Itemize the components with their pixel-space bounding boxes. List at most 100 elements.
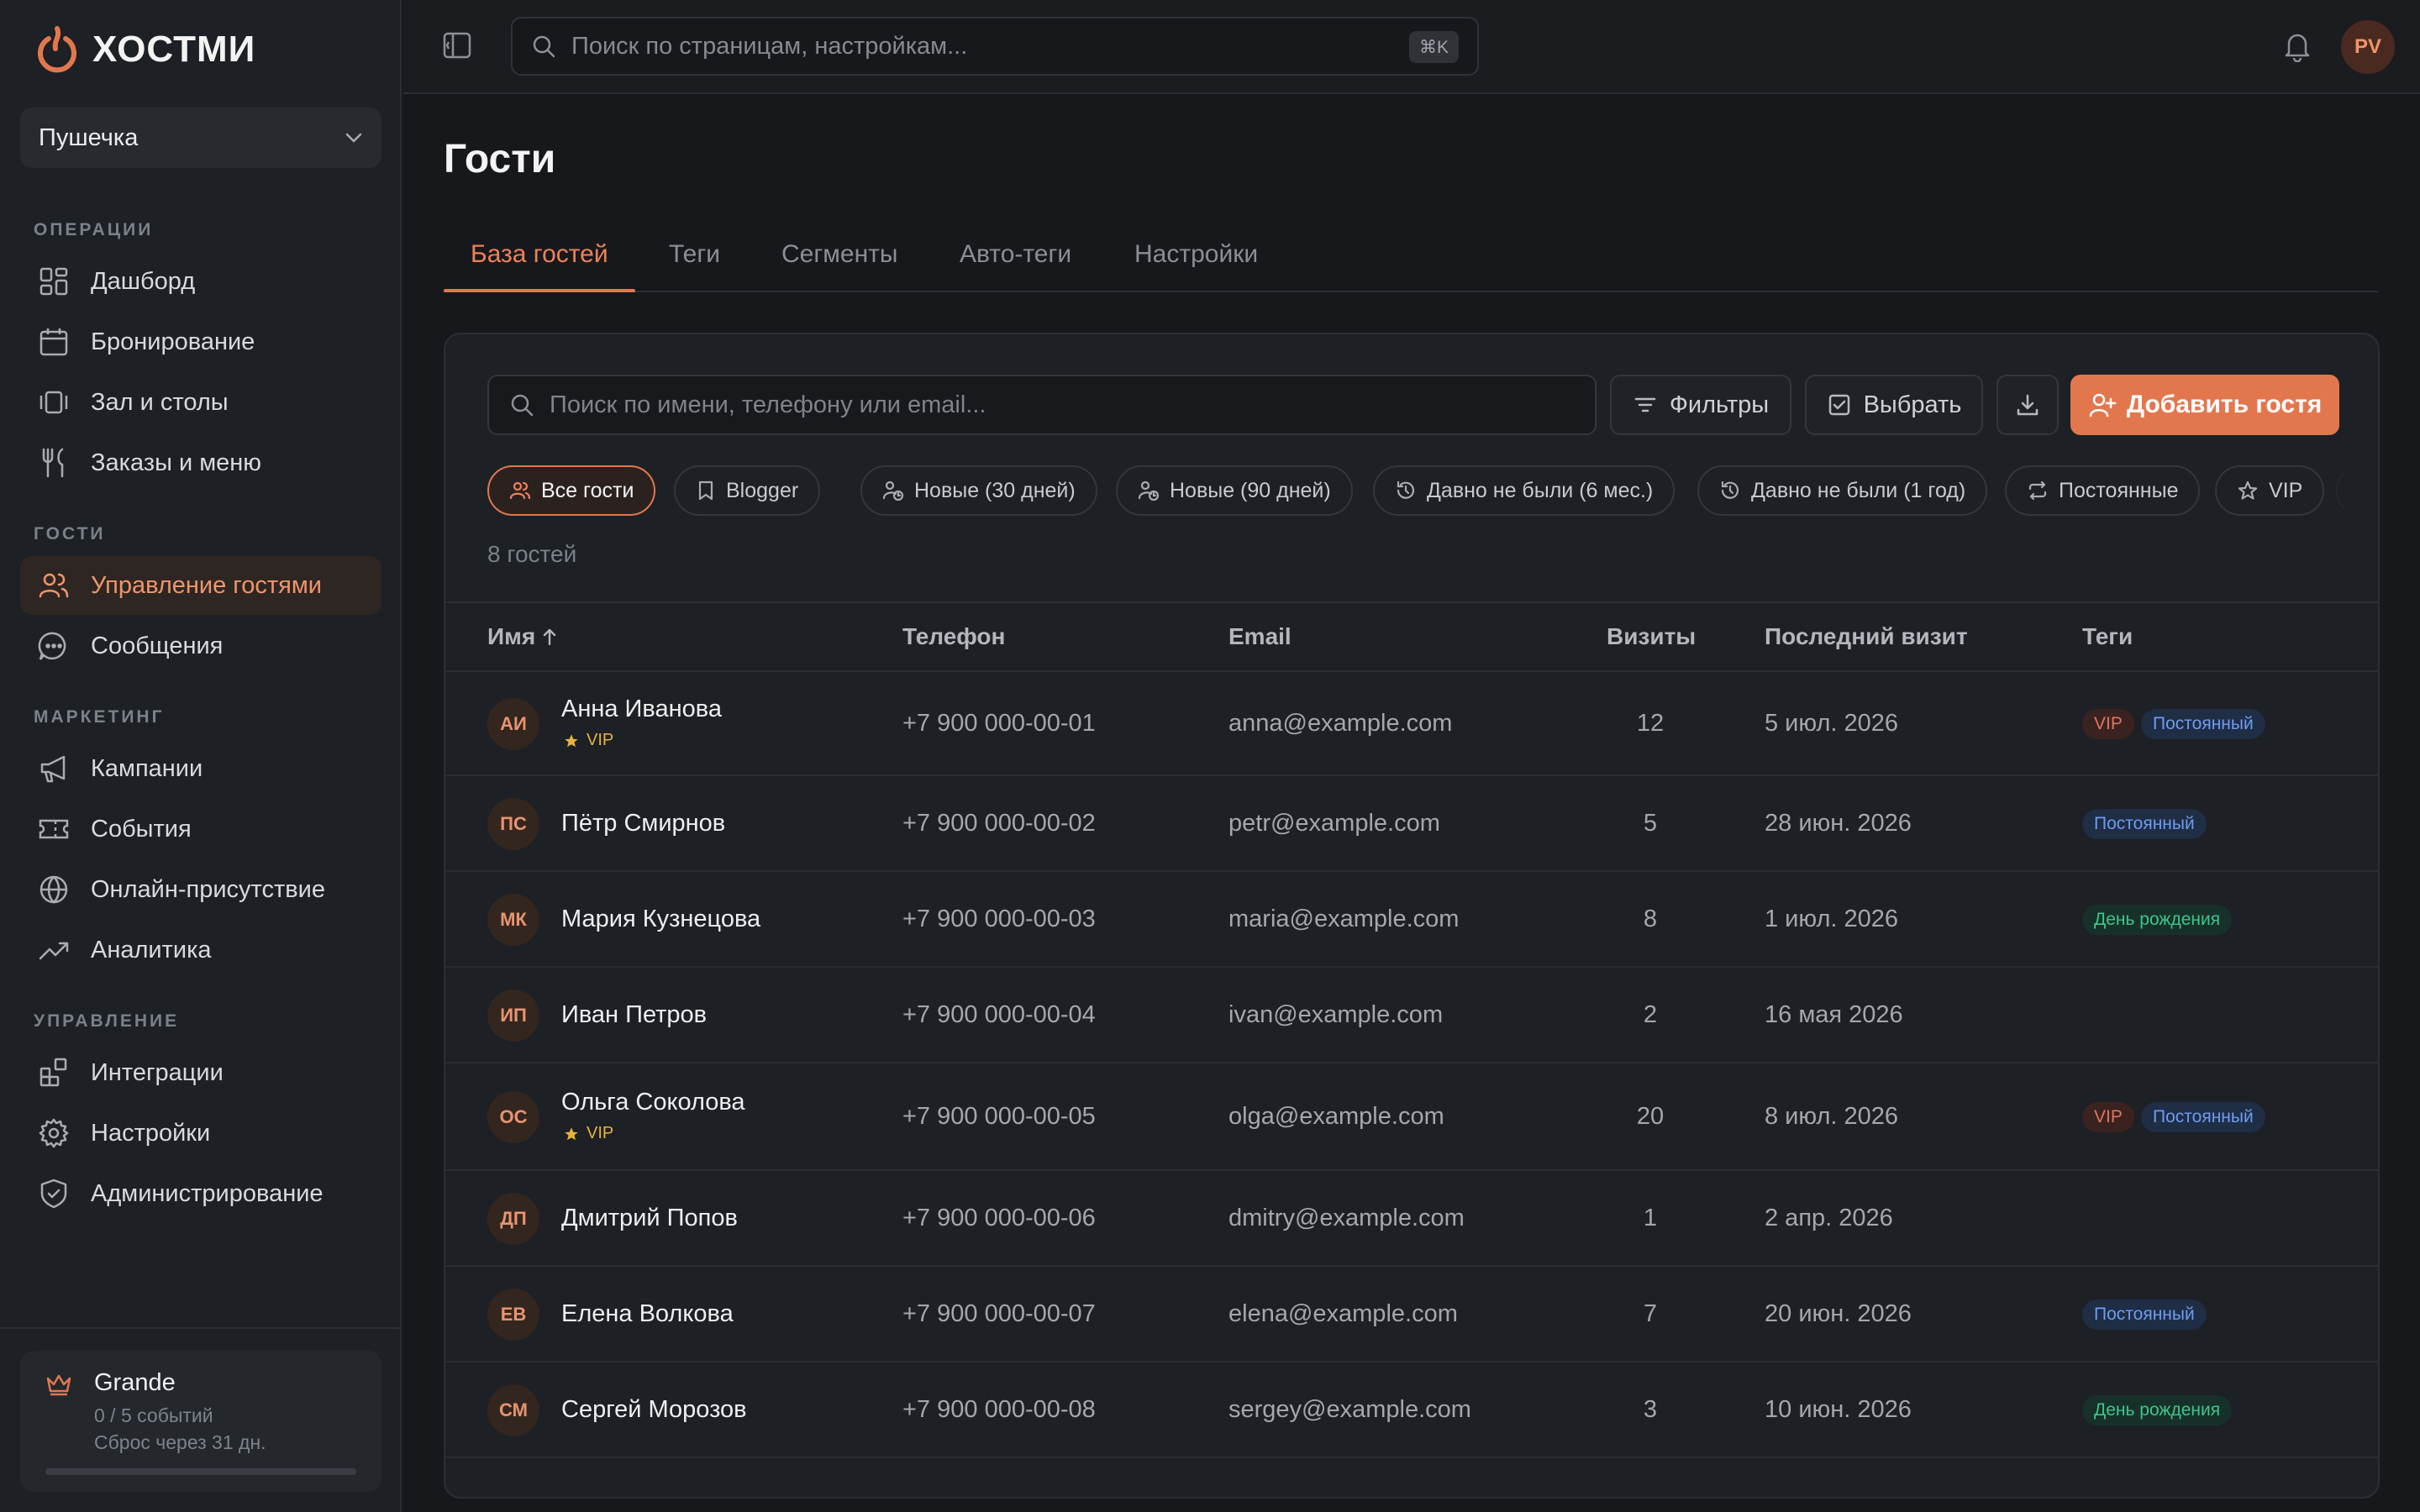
- sidebar-item-messages[interactable]: Сообщения: [20, 617, 381, 675]
- plan-card[interactable]: Grande 0 / 5 событий Сброс через 31 дн.: [20, 1351, 381, 1492]
- logo[interactable]: ХОСТМИ: [35, 25, 255, 74]
- table-row[interactable]: АИ Анна Иванова VIP +7 900 000-00-01 anna@ex…: [445, 672, 2378, 776]
- guest-name[interactable]: Ольга Соколова: [561, 1089, 745, 1116]
- guest-tag[interactable]: Постоянный: [2082, 1299, 2207, 1330]
- add-guest-button[interactable]: Добавить гостя: [2070, 375, 2339, 435]
- guest-email: elena@example.com: [1228, 1300, 1458, 1327]
- column-header-email[interactable]: Email: [1228, 623, 1292, 650]
- chip-blogger[interactable]: Blogger: [674, 465, 821, 516]
- sidebar-item-analytics[interactable]: Аналитика: [20, 921, 381, 979]
- ticket-icon: [37, 812, 71, 846]
- sidebar-item-settings[interactable]: Настройки: [20, 1104, 381, 1163]
- chip-inactive-1y[interactable]: Давно не были (1 год): [1697, 465, 1988, 516]
- user-avatar[interactable]: PV: [2341, 20, 2395, 74]
- vip-badge-label: VIP: [587, 731, 614, 749]
- shortcut-badge: ⌘K: [1408, 31, 1459, 63]
- filters-button[interactable]: Фильтры: [1610, 375, 1791, 435]
- sidebar-item-administration[interactable]: Администрирование: [20, 1164, 381, 1223]
- shield-icon: [37, 1177, 71, 1210]
- venue-selector[interactable]: Пушечка: [20, 108, 381, 168]
- guest-tag[interactable]: VIP: [2082, 709, 2134, 739]
- chip-inactive-6m[interactable]: Давно не были (6 мес.): [1373, 465, 1676, 516]
- table-row[interactable]: ПС Пётр Смирнов +7 900 000-00-02 petr@examp…: [445, 776, 2378, 872]
- search-icon: [531, 34, 556, 59]
- guest-name[interactable]: Елена Волкова: [561, 1300, 734, 1328]
- table-row[interactable]: ОС Ольга Соколова VIP +7 900 000-00-05 olga@…: [445, 1063, 2378, 1171]
- column-header-phone[interactable]: Телефон: [902, 623, 1005, 650]
- sidebar-item-guest-management[interactable]: Управление гостями: [20, 556, 381, 615]
- blocks-icon: [37, 1056, 71, 1089]
- sidebar-item-online-presence[interactable]: Онлайн-присутствие: [20, 860, 381, 919]
- table-row[interactable]: ДП Дмитрий Попов +7 900 000-00-06 dmitry@ex…: [445, 1171, 2378, 1267]
- sidebar-item-campaigns[interactable]: Кампании: [20, 739, 381, 798]
- sidebar-item-label: Аналитика: [91, 936, 212, 963]
- guest-phone: +7 900 000-00-03: [902, 906, 1096, 932]
- chip-new-30[interactable]: Новые (30 дней): [860, 465, 1097, 516]
- sidebar-toggle-icon[interactable]: [442, 30, 472, 60]
- table-row[interactable]: ЕВ Елена Волкова +7 900 000-00-07 elena@exa…: [445, 1267, 2378, 1362]
- tab-segments[interactable]: Сегменты: [781, 240, 897, 269]
- tab-tags[interactable]: Теги: [669, 240, 720, 269]
- table-header: Имя Телефон Email Визиты Последний визит…: [445, 601, 2378, 672]
- guests-card: Поиск по имени, телефону или email... Фи…: [444, 333, 2380, 1499]
- guest-name[interactable]: Анна Иванова: [561, 696, 722, 723]
- sidebar-item-orders[interactable]: Заказы и меню: [20, 433, 381, 492]
- chip-label: Blogger: [726, 478, 799, 502]
- select-label: Выбрать: [1863, 391, 1962, 418]
- bell-icon[interactable]: [2282, 30, 2312, 62]
- chip-label: VIP: [2269, 478, 2303, 502]
- guest-name[interactable]: Дмитрий Попов: [561, 1205, 738, 1232]
- chip-regulars[interactable]: Постоянные: [2005, 465, 2201, 516]
- guest-avatar: ИП: [487, 990, 539, 1042]
- filter-icon: [1633, 392, 1658, 417]
- users-icon: [509, 480, 531, 501]
- gear-icon: [37, 1116, 71, 1150]
- tab-auto-tags[interactable]: Авто-теги: [960, 240, 1071, 269]
- column-header-visits[interactable]: Визиты: [1607, 623, 1696, 650]
- guest-tag[interactable]: Постоянный: [2141, 709, 2265, 739]
- chip-new-90[interactable]: Новые (90 дней): [1116, 465, 1353, 516]
- sidebar-item-label: Дашборд: [91, 267, 196, 295]
- bookmark-icon: [696, 480, 716, 501]
- table-row[interactable]: ИП Иван Петров +7 900 000-00-04 ivan@exampl…: [445, 968, 2378, 1063]
- guest-last-visit: 10 июн. 2026: [1765, 1396, 1912, 1423]
- export-button[interactable]: [1996, 375, 2059, 435]
- sidebar-item-booking[interactable]: Бронирование: [20, 312, 381, 371]
- guest-tag[interactable]: День рождения: [2082, 1395, 2233, 1425]
- segment-chips: Все гости Blogger Новые (30 дней) Новые …: [487, 465, 2344, 517]
- column-header-tags[interactable]: Теги: [2082, 623, 2133, 650]
- guest-email: sergey@example.com: [1228, 1396, 1471, 1423]
- chip-all-guests[interactable]: Все гости: [487, 465, 656, 516]
- user-clock-icon: [882, 480, 904, 501]
- chip-vip[interactable]: VIP: [2215, 465, 2325, 516]
- guest-search-input[interactable]: Поиск по имени, телефону или email...: [487, 375, 1597, 435]
- sidebar: ХОСТМИ Пушечка ОПЕРАЦИИ Дашборд Брониров…: [0, 0, 402, 1512]
- sidebar-item-events[interactable]: События: [20, 800, 381, 858]
- guest-tag[interactable]: Постоянный: [2141, 1102, 2265, 1132]
- guest-name[interactable]: Пётр Смирнов: [561, 810, 725, 837]
- guest-name[interactable]: Сергей Морозов: [561, 1396, 747, 1424]
- sidebar-item-label: Онлайн-присутствие: [91, 875, 325, 903]
- guest-tag[interactable]: Постоянный: [2082, 809, 2207, 839]
- table-row[interactable]: МК Мария Кузнецова +7 900 000-00-03 maria@e…: [445, 872, 2378, 968]
- plan-name: Grande: [94, 1369, 176, 1396]
- sidebar-item-tables[interactable]: Зал и столы: [20, 373, 381, 432]
- tab-guest-base[interactable]: База гостей: [471, 240, 608, 269]
- tab-settings[interactable]: Настройки: [1134, 240, 1258, 269]
- sidebar-item-integrations[interactable]: Интеграции: [20, 1043, 381, 1102]
- guest-avatar: МК: [487, 894, 539, 946]
- global-search-input[interactable]: Поиск по страницам, настройкам... ⌘K: [511, 17, 1479, 76]
- guest-visits: 3: [1643, 1396, 1658, 1423]
- table-row[interactable]: СМ Сергей Морозов +7 900 000-00-08 sergey@e…: [445, 1362, 2378, 1458]
- chip-overflow[interactable]: [2336, 465, 2344, 516]
- guest-tag[interactable]: VIP: [2082, 1102, 2134, 1132]
- guest-tag[interactable]: День рождения: [2082, 905, 2233, 935]
- guest-name[interactable]: Мария Кузнецова: [561, 906, 760, 933]
- column-header-name[interactable]: Имя: [487, 623, 557, 650]
- plan-events: 0 / 5 событий: [94, 1404, 213, 1426]
- column-header-last-visit[interactable]: Последний визит: [1765, 623, 1968, 650]
- vip-badge: VIP: [563, 731, 613, 750]
- sidebar-item-dashboard[interactable]: Дашборд: [20, 252, 381, 311]
- guest-name[interactable]: Иван Петров: [561, 1001, 707, 1029]
- select-button[interactable]: Выбрать: [1805, 375, 1983, 435]
